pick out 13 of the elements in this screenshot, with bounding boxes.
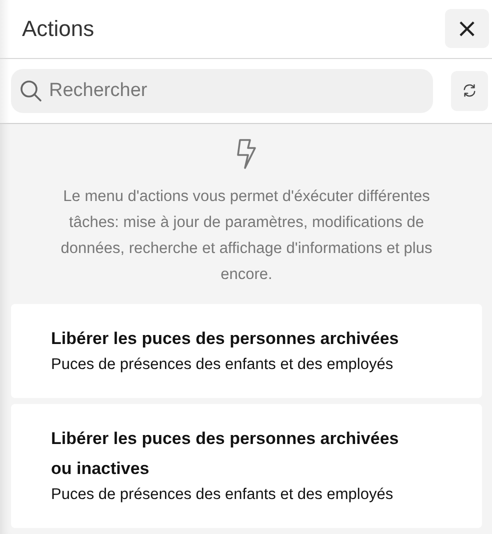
refresh-icon (462, 83, 477, 98)
action-subtitle: Puces de présences des enfants et des employés (51, 485, 394, 505)
lightning-icon (236, 138, 256, 170)
intro-text: Le menu d'actions vous permet d'éxécuter différentes tâches: mise à jour de paramètres, modifications de données, recherche et affichage d'informations et plus encore. (60, 187, 434, 285)
search-field[interactable]: Rechercher (11, 68, 433, 113)
refresh-button[interactable] (451, 70, 488, 111)
action-card[interactable]: Libérer les puces des personnes archivées Puces de présences des enfants et des employés (11, 304, 482, 398)
panel-title: Actions (22, 16, 94, 42)
close-button[interactable]: × (445, 9, 489, 48)
action-title: Libérer les puces des personnes archivées ou inactives (51, 428, 400, 480)
action-title: Libérer les puces des personnes archivées (51, 328, 400, 350)
action-card[interactable]: Libérer les puces des personnes archivées ou inactives Puces de présences des enfants et des employés (11, 404, 482, 528)
action-subtitle: Puces de présences des enfants et des employés (51, 355, 394, 375)
